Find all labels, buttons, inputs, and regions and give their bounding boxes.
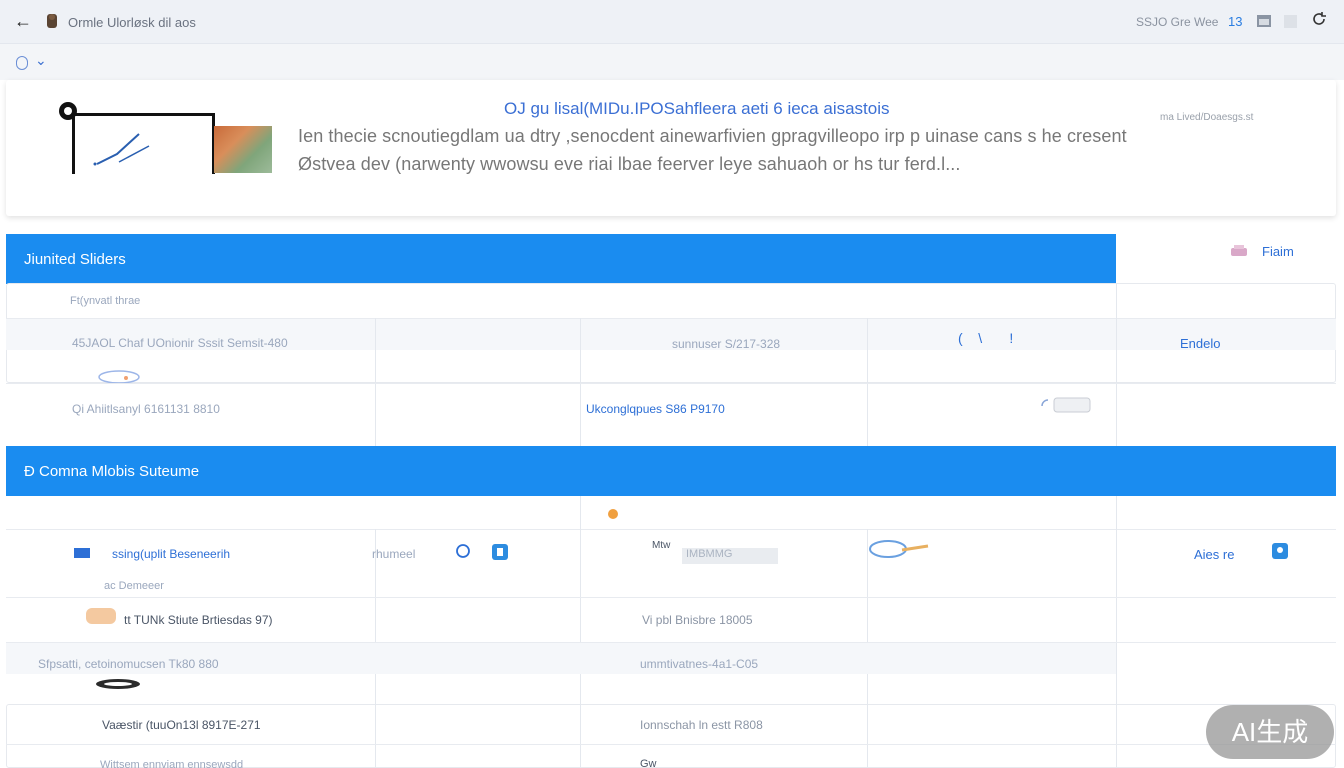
app-icon (47, 14, 57, 28)
window-title: Ormle Ulorløsk dil aos (68, 15, 196, 30)
table-cell: Vaæstir (tuuOn13l 8917E-271 (102, 718, 261, 732)
search-and-tag-icons[interactable] (456, 542, 512, 562)
device-icon (1041, 397, 1091, 413)
edit-icon[interactable] (1271, 542, 1289, 560)
article-thumbnail[interactable] (72, 113, 215, 174)
table-cell: Wittsem ennviam ennsewsdd (100, 759, 244, 768)
section1-sub-label: Ft(ynvatl thrae (70, 295, 141, 307)
dot-marker-icon (608, 509, 618, 519)
section-header-1 (6, 234, 1116, 284)
table-cell: ssing(uplit Beseneerih (112, 547, 231, 561)
chevron-down-icon[interactable]: ⌄ (35, 52, 47, 69)
table-cell-sub: ac Demeeer (104, 580, 164, 592)
avatar (86, 608, 116, 624)
table-cell: 45JAOL Chaf UOnionir Sssit Semsit-480 (72, 336, 288, 350)
select-all-checkbox[interactable] (16, 56, 28, 70)
table-action-link[interactable]: Aies re (1194, 547, 1234, 562)
table-cell: tt TUNk Stiute Brtiesdas 97) (124, 613, 273, 627)
table-cell: Gw (640, 758, 657, 768)
pen-sketch-icon (93, 133, 150, 166)
action-icons[interactable]: ( \ ! (958, 330, 1013, 346)
table-cell: Sfpsatti, cetoinomucsen Tk80 880 (38, 657, 219, 671)
calendar-icon[interactable] (1256, 13, 1272, 29)
ai-generated-badge: AI生成 (1206, 705, 1334, 759)
table-cell: Qi Ahiitlsanyl 6161131 8810 (72, 402, 220, 416)
section-title-1: Jiunited Sliders (24, 251, 126, 268)
section-header-2 (6, 446, 1336, 496)
table-cell: rhumeel (372, 547, 416, 561)
back-arrow-icon[interactable]: ← (12, 10, 34, 32)
top-right-label: SSJO Gre Wee (1136, 15, 1219, 29)
notification-count[interactable]: 13 (1228, 14, 1242, 29)
refresh-icon[interactable] (1311, 11, 1327, 27)
status-link[interactable]: Endelo (1180, 336, 1220, 351)
section-title-2: Ɖ Comna Mlobis Suteume (24, 463, 200, 480)
table-cell: Mtw (652, 540, 671, 551)
table-cell: ummtivatnes-4a1-C05 (640, 657, 759, 671)
table-cell: Vi pbl Bnisbre 18005 (642, 613, 753, 627)
section1-action-label[interactable]: Fiaim (1262, 244, 1294, 259)
folder-icon (74, 548, 90, 558)
square-icon[interactable] (1283, 13, 1299, 29)
table-cell-chip: IMBMMG (682, 548, 778, 564)
article-summary-line-2: Østvea dev (narwenty wwowsu eve riai lba… (298, 154, 961, 174)
cloud-icon (869, 540, 929, 558)
table-cell: sunnuser S/217-328 (672, 337, 781, 351)
article-summary-line-1: Ien thecie scnoutiegdlam ua dtry ,senocd… (298, 126, 1127, 146)
article-source: ma Lived/Doaesgs.st (1160, 112, 1254, 123)
table-cell: Ionnschah ln estt R808 (640, 718, 763, 732)
print-icon[interactable] (1230, 244, 1248, 258)
table-cell: Ukconglqpues S86 P9170 (586, 402, 725, 416)
article-title[interactable]: OJ gu lisal(MIDu.IPOSahfleera aeti 6 iec… (504, 99, 890, 119)
car-icon (96, 679, 140, 689)
article-photo (214, 126, 272, 173)
filter-bar (0, 44, 1344, 80)
